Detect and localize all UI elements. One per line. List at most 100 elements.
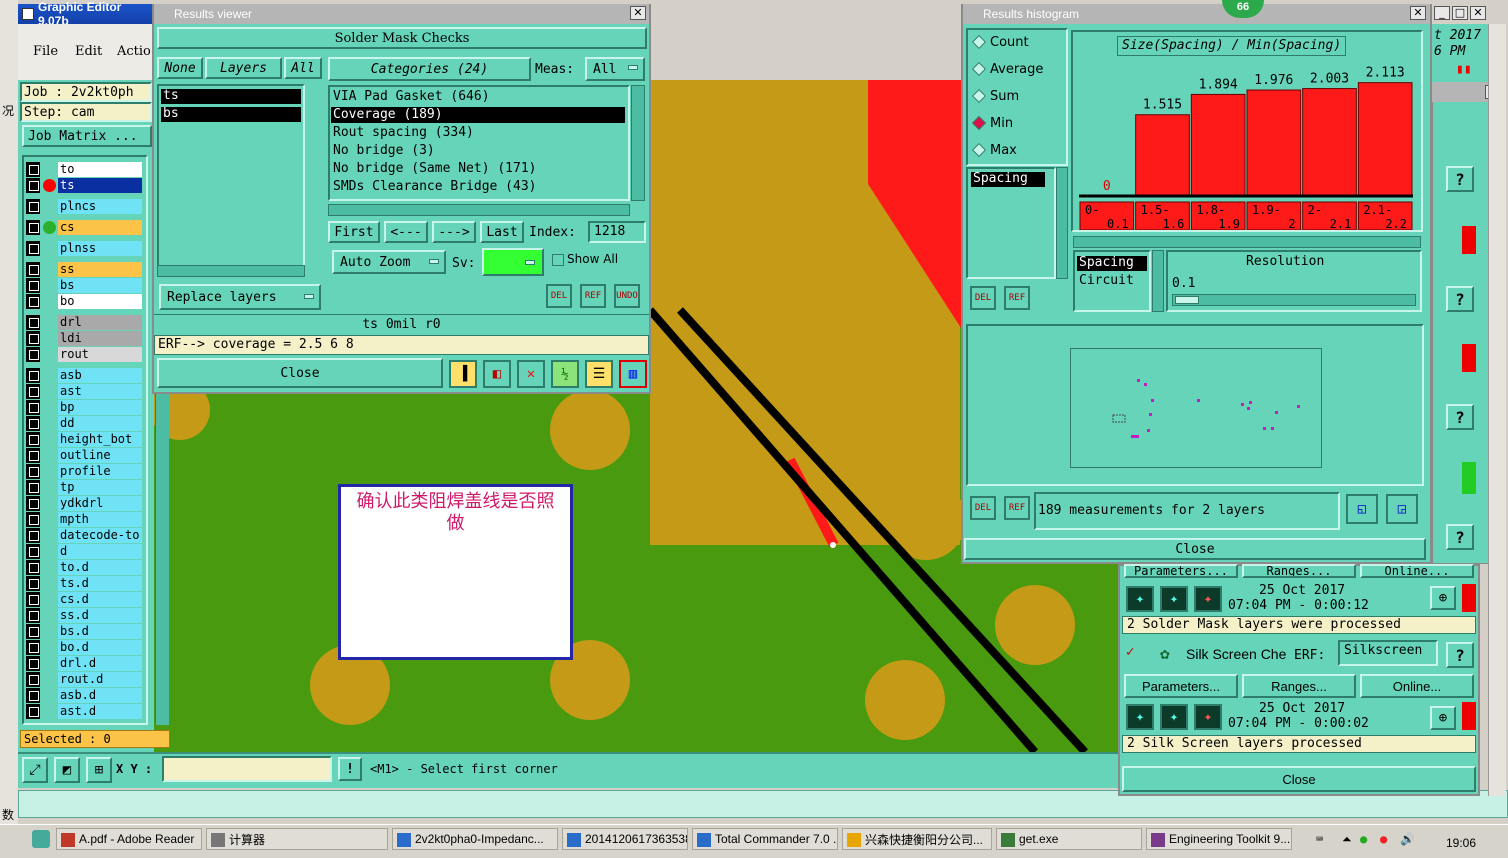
help-icon[interactable]: ? bbox=[1446, 404, 1474, 430]
layer-checkbox[interactable] bbox=[26, 480, 40, 495]
preview-map[interactable] bbox=[1070, 348, 1322, 468]
layer-checkbox[interactable] bbox=[26, 528, 40, 543]
taskbar-item[interactable]: 2v2kt0pha0-Impedanc... bbox=[392, 828, 558, 850]
ranges-button[interactable]: Ranges... bbox=[1242, 564, 1356, 578]
del-button[interactable]: DEL bbox=[546, 284, 572, 308]
results-viewer-titlebar[interactable]: Results viewer bbox=[154, 4, 649, 24]
first-button[interactable]: First bbox=[328, 221, 380, 243]
minimize-icon[interactable]: _ bbox=[1434, 6, 1450, 20]
help-icon[interactable]: ? bbox=[1446, 166, 1474, 192]
sv-color-select[interactable] bbox=[482, 248, 544, 276]
category-item[interactable]: No bridge (Same Net) (171) bbox=[331, 161, 625, 177]
rv-close-button[interactable]: Close bbox=[157, 358, 443, 388]
help-icon[interactable]: ? bbox=[1446, 642, 1474, 668]
erf-value-field[interactable]: Silkscreen bbox=[1338, 640, 1438, 666]
mode-option[interactable]: Count bbox=[971, 34, 1064, 53]
histogram-icon[interactable]: ▥ bbox=[619, 360, 647, 388]
layer-row[interactable]: mpth bbox=[26, 512, 142, 527]
category-item[interactable]: VIA Pad Gasket (646) bbox=[331, 89, 625, 105]
grid-icon[interactable]: ⊞ bbox=[86, 757, 112, 783]
hist-ref-button-2[interactable]: REF bbox=[1004, 496, 1030, 520]
next-button[interactable]: ---> bbox=[432, 221, 476, 243]
layer-checkbox[interactable] bbox=[26, 592, 40, 607]
layer-row[interactable]: drl bbox=[26, 315, 142, 330]
layer-row[interactable]: asb bbox=[26, 368, 142, 383]
layer-checkbox[interactable] bbox=[26, 162, 40, 177]
taskbar-item[interactable]: 20141206173635384.... bbox=[562, 828, 688, 850]
hist-ref-button[interactable]: REF bbox=[1004, 286, 1030, 310]
undo-button[interactable]: UNDO bbox=[614, 284, 640, 308]
info-icon[interactable]: ! bbox=[338, 757, 362, 781]
layer-checkbox[interactable] bbox=[26, 416, 40, 431]
layer-row[interactable]: rout.d bbox=[26, 672, 142, 687]
layers-all-button[interactable]: All bbox=[284, 57, 322, 79]
zoom-fit-icon[interactable]: ⤢ bbox=[22, 757, 48, 783]
layer-checkbox[interactable] bbox=[26, 331, 40, 346]
param2-item[interactable]: Circuit bbox=[1077, 274, 1147, 289]
hist-del-button[interactable]: DEL bbox=[970, 286, 996, 310]
layer-row[interactable]: height_bot bbox=[26, 432, 142, 447]
radio-icon[interactable] bbox=[971, 142, 987, 158]
layer-row[interactable]: d bbox=[26, 544, 142, 559]
taskbar-item[interactable]: 计算器 bbox=[206, 828, 388, 850]
categories-list[interactable]: VIA Pad Gasket (646) Coverage (189) Rout s… bbox=[328, 85, 630, 201]
layers-none-button[interactable]: None bbox=[157, 57, 203, 79]
xy-input[interactable] bbox=[162, 756, 332, 782]
param-list-2[interactable]: Spacing Circuit bbox=[1073, 250, 1151, 312]
layer-checkbox[interactable] bbox=[26, 262, 40, 277]
layer-row[interactable]: ts bbox=[26, 178, 142, 193]
layer-row[interactable]: rout bbox=[26, 347, 142, 362]
notes-icon[interactable]: ☰ bbox=[585, 360, 613, 388]
histogram-close-icon[interactable]: ✕ bbox=[1410, 6, 1426, 20]
layer-row[interactable]: tp bbox=[26, 480, 142, 495]
zoom-icon[interactable]: ⊕ bbox=[1430, 586, 1456, 610]
rv-layer-item[interactable]: ts bbox=[161, 89, 301, 104]
meas-select[interactable]: All bbox=[585, 57, 645, 81]
layer-row[interactable]: dd bbox=[26, 416, 142, 431]
menu-edit[interactable]: Edit bbox=[75, 44, 102, 59]
rv-layer-item[interactable]: bs bbox=[161, 107, 301, 122]
layer-row[interactable]: cs bbox=[26, 220, 142, 235]
mode-option[interactable]: Min bbox=[971, 115, 1064, 134]
layer-checkbox[interactable] bbox=[26, 368, 40, 383]
layer-checkbox[interactable] bbox=[26, 241, 40, 256]
layer-checkbox[interactable] bbox=[26, 432, 40, 447]
layer-row[interactable]: to bbox=[26, 162, 142, 177]
layer-checkbox[interactable] bbox=[26, 704, 40, 719]
layer-row[interactable]: ldi bbox=[26, 331, 142, 346]
help-icon[interactable]: ? bbox=[1446, 524, 1474, 550]
tray-icon[interactable]: ● bbox=[1380, 832, 1387, 846]
zoom-area-icon[interactable]: ◩ bbox=[54, 757, 80, 783]
right-close-button[interactable]: Close bbox=[1122, 766, 1476, 792]
zoom-icon[interactable]: ⊕ bbox=[1430, 706, 1456, 730]
category-item[interactable]: No bridge (3) bbox=[331, 143, 625, 159]
mode-option[interactable]: Sum bbox=[971, 88, 1064, 107]
layer-checkbox[interactable] bbox=[26, 624, 40, 639]
layer-checkbox[interactable] bbox=[26, 448, 40, 463]
layer-row[interactable]: bs.d bbox=[26, 624, 142, 639]
tray-icon[interactable]: ⌨ bbox=[1316, 832, 1323, 846]
parameters-button[interactable]: Parameters... bbox=[1124, 564, 1238, 578]
taskbar-item[interactable]: Engineering Toolkit 9.... bbox=[1146, 828, 1292, 850]
hist-close-button[interactable]: Close bbox=[964, 538, 1426, 560]
hist-del-button-2[interactable]: DEL bbox=[970, 496, 996, 520]
layer-row[interactable]: asb.d bbox=[26, 688, 142, 703]
layer-row[interactable]: bp bbox=[26, 400, 142, 415]
menu-file[interactable]: File bbox=[33, 44, 58, 59]
layer-checkbox[interactable] bbox=[26, 544, 40, 559]
radio-icon[interactable] bbox=[971, 34, 987, 50]
layer-checkbox[interactable] bbox=[26, 347, 40, 362]
layer-checkbox[interactable] bbox=[26, 672, 40, 687]
help-icon[interactable]: ? bbox=[1446, 286, 1474, 312]
categories-header[interactable]: Categories (24) bbox=[328, 57, 531, 81]
layer-checkbox[interactable] bbox=[26, 294, 40, 309]
layer-checkbox[interactable] bbox=[26, 640, 40, 655]
layer-row[interactable]: ts.d bbox=[26, 576, 142, 591]
layers-header-button[interactable]: Layers bbox=[205, 57, 282, 79]
import-icon[interactable]: ◲ bbox=[1386, 494, 1418, 524]
histogram-titlebar[interactable]: Results histogram bbox=[963, 4, 1430, 24]
online-button[interactable]: Online... bbox=[1360, 564, 1474, 578]
category-item[interactable]: Coverage (189) bbox=[331, 107, 625, 123]
quicklaunch-icon[interactable] bbox=[32, 830, 50, 848]
layer-checkbox[interactable] bbox=[26, 688, 40, 703]
